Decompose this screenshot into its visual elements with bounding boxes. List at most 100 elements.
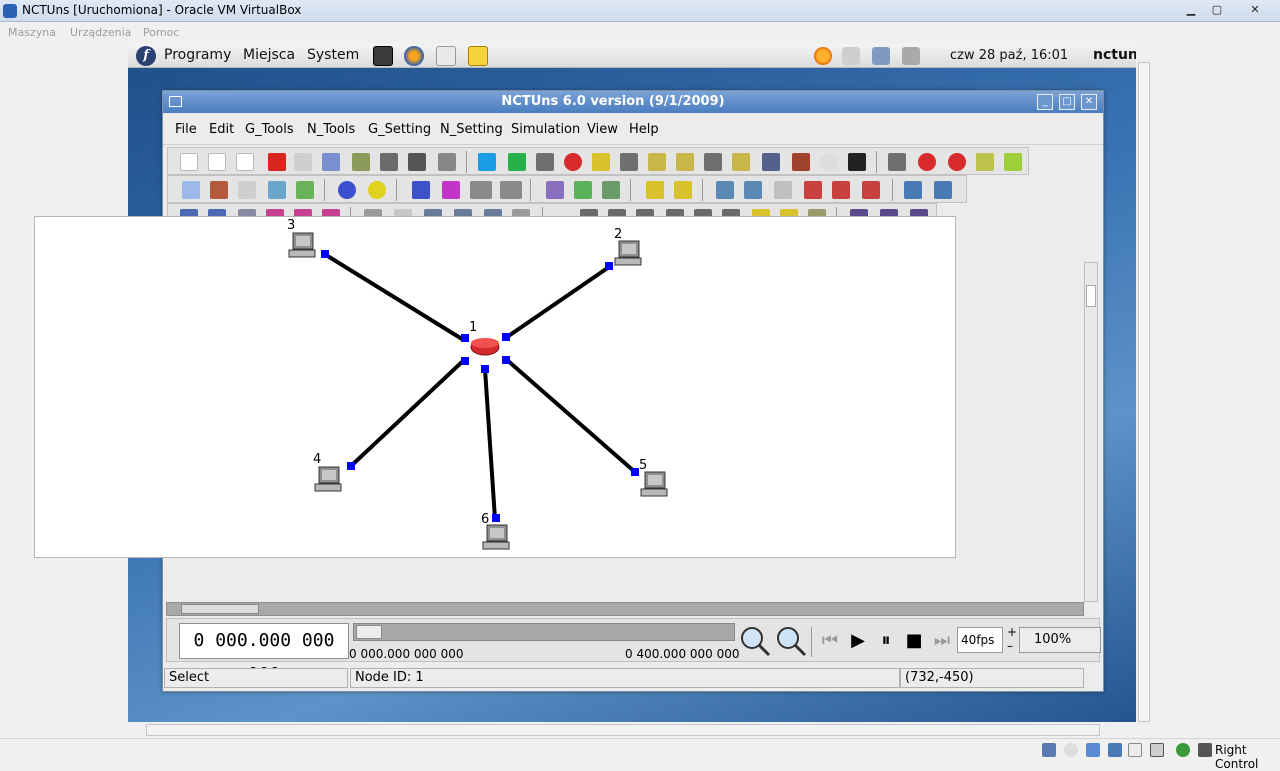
- menu-edit[interactable]: Edit: [209, 122, 234, 137]
- zoom-select[interactable]: 100%: [1019, 627, 1101, 653]
- volume-icon[interactable]: [842, 47, 860, 65]
- fps-field[interactable]: 40fps: [957, 627, 1003, 653]
- optical-host-icon[interactable]: [888, 153, 906, 171]
- fps-increase-button[interactable]: +: [1007, 625, 1017, 639]
- virtualization-icon[interactable]: [1176, 743, 1190, 757]
- mesh-icon[interactable]: [762, 153, 780, 171]
- pause-button[interactable]: ⏸: [875, 629, 897, 653]
- nctuns-maximize-button[interactable]: □: [1059, 94, 1075, 110]
- fast-forward-button[interactable]: ⏭: [931, 629, 953, 653]
- antenna-icon[interactable]: [268, 181, 286, 199]
- nctuns-minimize-button[interactable]: _: [1037, 94, 1053, 110]
- satellite-icon[interactable]: [210, 181, 228, 199]
- firefox-launcher-icon[interactable]: [404, 46, 424, 66]
- wimax-host-icon[interactable]: [602, 181, 620, 199]
- optical-drive-icon[interactable]: [1064, 743, 1078, 757]
- canvas-vscroll-thumb[interactable]: [1086, 285, 1096, 307]
- link-1-4[interactable]: [349, 359, 465, 468]
- stop-button[interactable]: ■: [903, 629, 925, 653]
- wlan-a-icon[interactable]: [648, 153, 666, 171]
- link-1-5[interactable]: [505, 358, 637, 474]
- time-slider[interactable]: [353, 623, 735, 641]
- menu-view[interactable]: View: [587, 122, 618, 137]
- menu-n-setting[interactable]: N_Setting: [440, 122, 503, 137]
- bus-icon[interactable]: [238, 181, 256, 199]
- firewall-icon[interactable]: [792, 153, 810, 171]
- e-host-icon[interactable]: [646, 181, 664, 199]
- wlan-b-icon[interactable]: [676, 153, 694, 171]
- mobile-a-icon[interactable]: [592, 153, 610, 171]
- router-node[interactable]: [461, 333, 510, 373]
- blue-switch-icon[interactable]: [412, 181, 430, 199]
- link-1-2[interactable]: [505, 265, 611, 339]
- host-horizontal-scrollbar[interactable]: [146, 724, 1100, 736]
- optical-switch-icon[interactable]: [948, 153, 966, 171]
- terminal-launcher-icon[interactable]: [373, 46, 393, 66]
- host-node[interactable]: [631, 468, 668, 497]
- switch-icon[interactable]: [508, 153, 526, 171]
- time-zoom-out-button[interactable]: [775, 625, 807, 657]
- wlan-c-icon[interactable]: [704, 153, 722, 171]
- host-node[interactable]: [288, 232, 329, 258]
- removable-device-icon[interactable]: [902, 47, 920, 65]
- nctuns-close-button[interactable]: ✕: [1081, 94, 1097, 110]
- panel-user[interactable]: nctun: [1093, 47, 1136, 63]
- network-adapter-icon[interactable]: [1108, 743, 1122, 757]
- close-button[interactable]: ✕: [1244, 2, 1266, 18]
- topology-canvas[interactable]: 1 3 2 4 5 6: [34, 216, 956, 558]
- hard-disk-icon[interactable]: [1042, 743, 1056, 757]
- phone-icon[interactable]: [182, 181, 200, 199]
- select-tool-icon[interactable]: [180, 153, 198, 171]
- menu-urzadzenia[interactable]: Urządzenia: [70, 26, 131, 39]
- undo-tool-icon[interactable]: [294, 153, 312, 171]
- gprs-icon[interactable]: [976, 153, 994, 171]
- update-notifier-icon[interactable]: [814, 47, 832, 65]
- stop-tool-icon[interactable]: [408, 153, 426, 171]
- blue-router-icon[interactable]: [338, 181, 356, 199]
- network-icon[interactable]: [872, 47, 890, 65]
- display-icon[interactable]: [1150, 743, 1164, 757]
- mouse-integration-icon[interactable]: [1198, 743, 1212, 757]
- cloud-icon[interactable]: [820, 153, 838, 171]
- red-tower-icon[interactable]: [804, 181, 822, 199]
- wimax-ms-icon[interactable]: [574, 181, 592, 199]
- time-slider-knob[interactable]: [356, 625, 382, 639]
- menu-g-setting[interactable]: G_Setting: [368, 122, 431, 137]
- menu-simulation[interactable]: Simulation: [511, 122, 580, 137]
- delete-tool-icon[interactable]: [208, 153, 226, 171]
- mobile-phone-icon[interactable]: [296, 181, 314, 199]
- mail-launcher-icon[interactable]: [436, 46, 456, 66]
- panel-menu-system[interactable]: System: [307, 47, 359, 63]
- host-node[interactable]: [605, 240, 642, 270]
- menu-maszyna[interactable]: Maszyna: [8, 26, 56, 39]
- magenta-switch-icon[interactable]: [442, 181, 460, 199]
- e-dish-icon[interactable]: [934, 181, 952, 199]
- canvas-vertical-scrollbar[interactable]: [1084, 262, 1098, 602]
- host-vertical-scrollbar[interactable]: [1138, 62, 1150, 722]
- fedora-logo-icon[interactable]: f: [136, 46, 156, 66]
- panel-menu-miejsca[interactable]: Miejsca: [243, 47, 295, 63]
- red-tower-2-icon[interactable]: [832, 181, 850, 199]
- path-tool-icon[interactable]: [352, 153, 370, 171]
- arrow-tool-icon[interactable]: [268, 153, 286, 171]
- usb-icon[interactable]: [1086, 743, 1100, 757]
- time-zoom-in-button[interactable]: [739, 625, 771, 657]
- crosshair-icon[interactable]: [848, 153, 866, 171]
- router-icon[interactable]: [564, 153, 582, 171]
- mobile-b-icon[interactable]: [620, 153, 638, 171]
- minimize-button[interactable]: ▁: [1180, 2, 1202, 18]
- link-1-6[interactable]: [483, 368, 497, 520]
- play-button[interactable]: ▶: [847, 629, 869, 653]
- menu-g-tools[interactable]: G_Tools: [245, 122, 294, 137]
- fps-decrease-button[interactable]: –: [1007, 639, 1013, 653]
- hub-icon[interactable]: [478, 153, 496, 171]
- e-tower-icon[interactable]: [904, 181, 922, 199]
- wimax-bs-icon[interactable]: [546, 181, 564, 199]
- text-tool-icon[interactable]: [236, 153, 254, 171]
- gray-block-2-icon[interactable]: [500, 181, 522, 199]
- notes-launcher-icon[interactable]: [468, 46, 488, 66]
- link-1-3[interactable]: [324, 253, 464, 341]
- panel-menu-programy[interactable]: Programy: [164, 47, 231, 63]
- sat-dish-icon[interactable]: [774, 181, 792, 199]
- menu-help[interactable]: Help: [629, 122, 659, 137]
